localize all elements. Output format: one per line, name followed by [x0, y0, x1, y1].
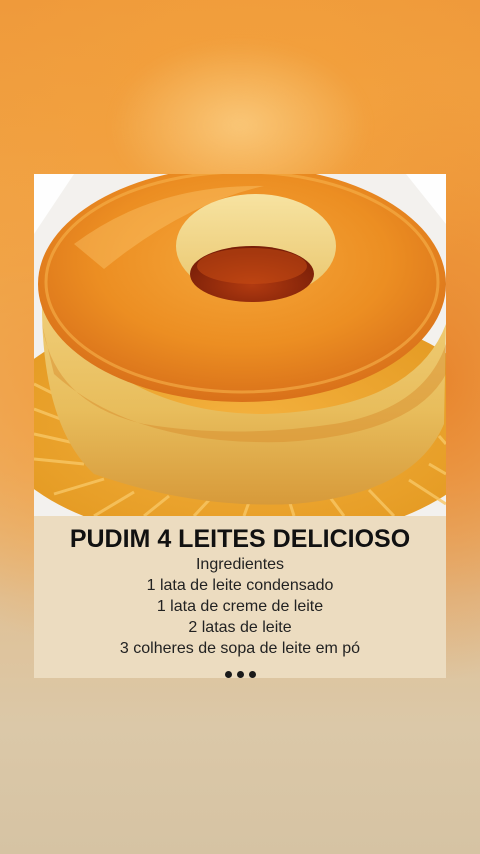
post-card[interactable]: PUDIM 4 LEITES DELICIOSO Ingredientes 1 …: [34, 174, 446, 678]
recipe-text-panel: PUDIM 4 LEITES DELICIOSO Ingredientes 1 …: [34, 516, 446, 678]
ingredients-heading: Ingredientes: [195, 556, 285, 573]
dot: [248, 671, 256, 678]
ingredient-item: 2 latas de leite: [188, 619, 292, 636]
ingredient-item: 3 colheres de sopa de leite em pó: [119, 640, 361, 657]
recipe-title: PUDIM 4 LEITES DELICIOSO: [69, 525, 411, 553]
pudim-photo: [34, 174, 446, 516]
ingredient-item: 1 lata de leite condensado: [146, 577, 334, 594]
dot: [224, 671, 232, 678]
ingredient-item: 1 lata de creme de leite: [156, 598, 324, 615]
dot: [236, 671, 244, 678]
more-dots-icon[interactable]: [34, 671, 446, 678]
